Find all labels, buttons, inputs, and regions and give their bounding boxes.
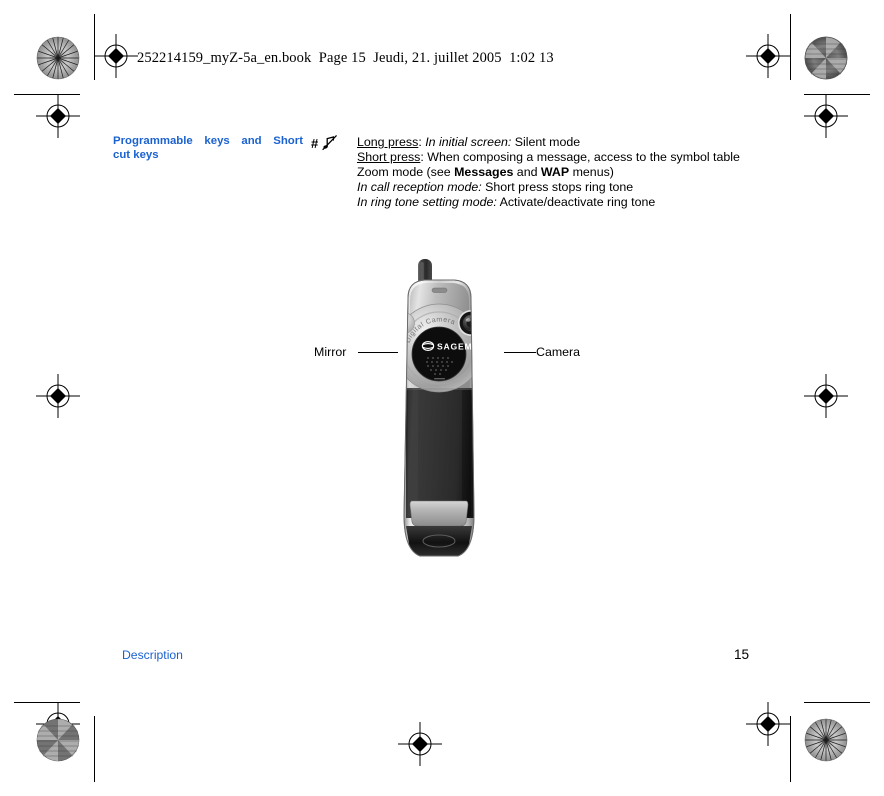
registration-mark-top-left [94,34,138,78]
callout-label-camera: Camera [536,345,581,359]
registration-mark-bottom-center [398,722,442,766]
text-run: Long press [357,135,419,149]
text-run: Zoom mode (see [357,164,455,179]
footer-section-label: Description [122,648,183,662]
crop-line-left-bottom-horizontal [14,702,80,703]
crop-line-right-top-horizontal [804,94,870,95]
text-run: Messages [454,164,514,179]
footer-page-number: 15 [734,647,750,662]
screen-angle-swatch-bottom-left [36,718,80,762]
registration-mark-right-upper [804,94,848,138]
key-name-cell: Programmable keys and Short cut keys [113,135,311,162]
muted-note-icon [321,134,339,155]
phone-illustration: Digital Camera SAGEM [378,250,500,568]
registration-mark-right-middle [804,374,848,418]
key-description-cell: Long press: In initial screen: Silent mo… [357,135,753,210]
text-run: Short press stops ring tone [481,179,634,194]
text-run: Silent mode [511,135,581,149]
registration-mark-left-lower [36,702,80,746]
key-symbol-cell: # [311,135,357,155]
svg-text:SAGEM: SAGEM [437,341,473,351]
callout-label-mirror: Mirror [314,345,347,359]
registration-mark-left-middle [36,374,80,418]
crop-line-right-bottom-horizontal [804,702,870,703]
registration-mark-right-lower [746,702,790,746]
crop-line-top-right-vertical [790,14,791,80]
text-run: In ring tone setting mode: [357,194,497,209]
text-run: and [513,164,541,179]
hash-key-glyph: # [311,136,319,151]
phone-figure: Mirror Camera Digital Camera SAGEM [300,250,600,580]
description-line: In ring tone setting mode: Activate/deac… [357,195,753,210]
manual-page: 252214159_myZ-5a_en.book Page 15 Jeudi, … [0,0,884,796]
screen-angle-swatch-top-left [36,36,80,80]
text-run: WAP [540,164,570,179]
description-line: In call reception mode: Short press stop… [357,180,753,195]
crop-line-bottom-right-vertical [790,716,791,782]
text-run: : When composing a message, access to th… [420,149,740,164]
key-name-line-2: cut keys [113,148,159,161]
key-description-row: Programmable keys and Short cut keys # L… [113,135,753,210]
key-name-line-1: Programmable keys and Short [113,135,303,147]
text-run: In initial screen: [425,135,512,149]
description-line: Short press: When composing a message, a… [357,150,753,165]
description-line: Zoom mode (see Messages and WAP menus) [357,165,753,180]
description-line: Long press: In initial screen: Silent mo… [357,135,753,150]
crop-line-top-left-vertical [94,14,95,80]
screen-angle-swatch-top-right [804,36,848,80]
registration-mark-left-upper [36,94,80,138]
text-run: Activate/deactivate ring tone [496,194,656,209]
book-header-slug: 252214159_myZ-5a_en.book Page 15 Jeudi, … [137,50,554,66]
text-run: menus) [569,164,614,179]
leader-line-camera [504,352,536,353]
crop-line-bottom-left-vertical [94,716,95,782]
crop-line-left-top-horizontal [14,94,80,95]
text-run: In call reception mode: [357,179,482,194]
text-run: Short press [357,149,421,164]
screen-angle-swatch-bottom-right [804,718,848,762]
registration-mark-top-right [746,34,790,78]
